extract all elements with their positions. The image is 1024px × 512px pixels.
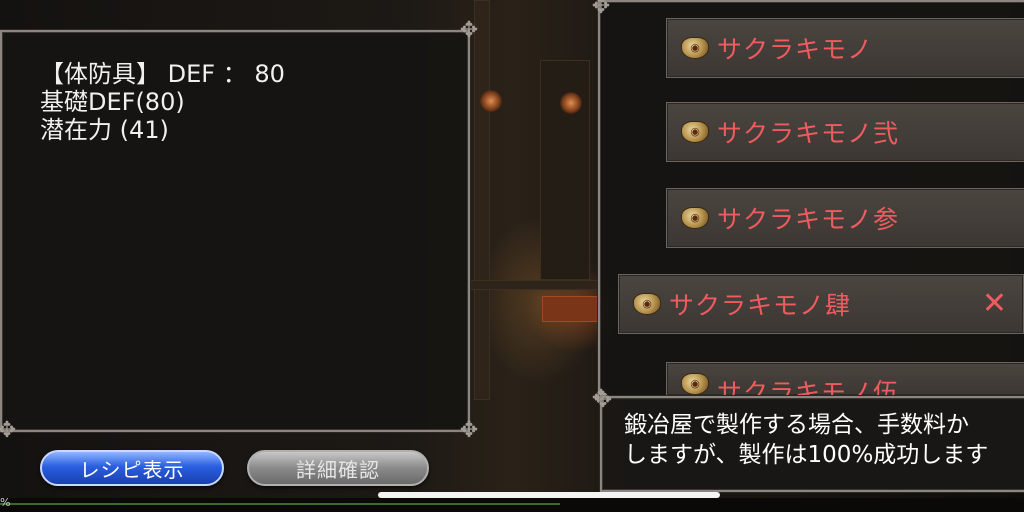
item-name: サクラキモノ肆: [669, 291, 852, 320]
item-name: サクラキモノ: [717, 35, 874, 64]
frame-ornament-icon: ✥: [591, 0, 611, 19]
item-row[interactable]: ◉ サクラキモノ弐: [666, 102, 1024, 162]
lamp-light: [480, 90, 502, 112]
pouch-icon: ◉: [681, 373, 709, 395]
recipe-display-button[interactable]: レシピ表示: [40, 450, 224, 486]
base-def-line: 基礎DEF(80): [40, 88, 185, 116]
equipment-def-line: 【体防具】 DEF ： 80: [40, 60, 285, 88]
item-name: サクラキモノ伍: [717, 378, 900, 396]
pouch-icon: ◉: [681, 207, 709, 229]
progress-line: [0, 503, 560, 505]
frame-ornament-icon: ✥: [459, 418, 479, 443]
item-name: サクラキモノ参: [717, 205, 900, 234]
item-row[interactable]: ◉ サクラキモノ伍: [666, 362, 1024, 396]
wooden-shelf: [470, 280, 600, 290]
percent-text: %: [0, 496, 11, 509]
message-line: しますが、製作は100%成功します: [624, 442, 989, 468]
wooden-pillar: [474, 0, 490, 400]
message-line: 鍛冶屋で製作する場合、手数料か: [624, 412, 969, 438]
frame-ornament-icon: ✥: [459, 18, 479, 43]
item-row-selected[interactable]: ◉ サクラキモノ肆 ✕: [618, 274, 1024, 334]
item-name: サクラキモノ弐: [717, 119, 900, 148]
pouch-icon: ◉: [633, 293, 661, 315]
detail-confirm-button[interactable]: 詳細確認: [247, 450, 429, 486]
equipment-info-panel: 【体防具】 DEF ： 80 基礎DEF(80) 潜在力 (41) ✥ ✥ ✥: [0, 18, 478, 443]
item-row[interactable]: ◉ サクラキモノ: [666, 18, 1024, 78]
close-icon[interactable]: ✕: [982, 287, 1007, 321]
pouch-icon: ◉: [681, 121, 709, 143]
home-indicator[interactable]: [378, 492, 720, 498]
item-row[interactable]: ◉ サクラキモノ参: [666, 188, 1024, 248]
message-panel: ✥ 鍛冶屋で製作する場合、手数料か しますが、製作は100%成功します: [594, 388, 1024, 492]
pouch-icon: ◉: [681, 37, 709, 59]
potential-line: 潜在力 (41): [40, 116, 169, 144]
lamp-light: [560, 92, 582, 114]
frame-ornament-icon: ✥: [0, 418, 17, 443]
equipment-stats: 【体防具】 DEF ： 80 基礎DEF(80) 潜在力 (41): [40, 60, 285, 144]
frame-ornament-icon: ✥: [593, 388, 613, 413]
bottom-bar: [0, 498, 1024, 512]
message-text: 鍛冶屋で製作する場合、手数料か しますが、製作は100%成功します: [624, 410, 988, 470]
furnace-glow: [542, 296, 598, 322]
